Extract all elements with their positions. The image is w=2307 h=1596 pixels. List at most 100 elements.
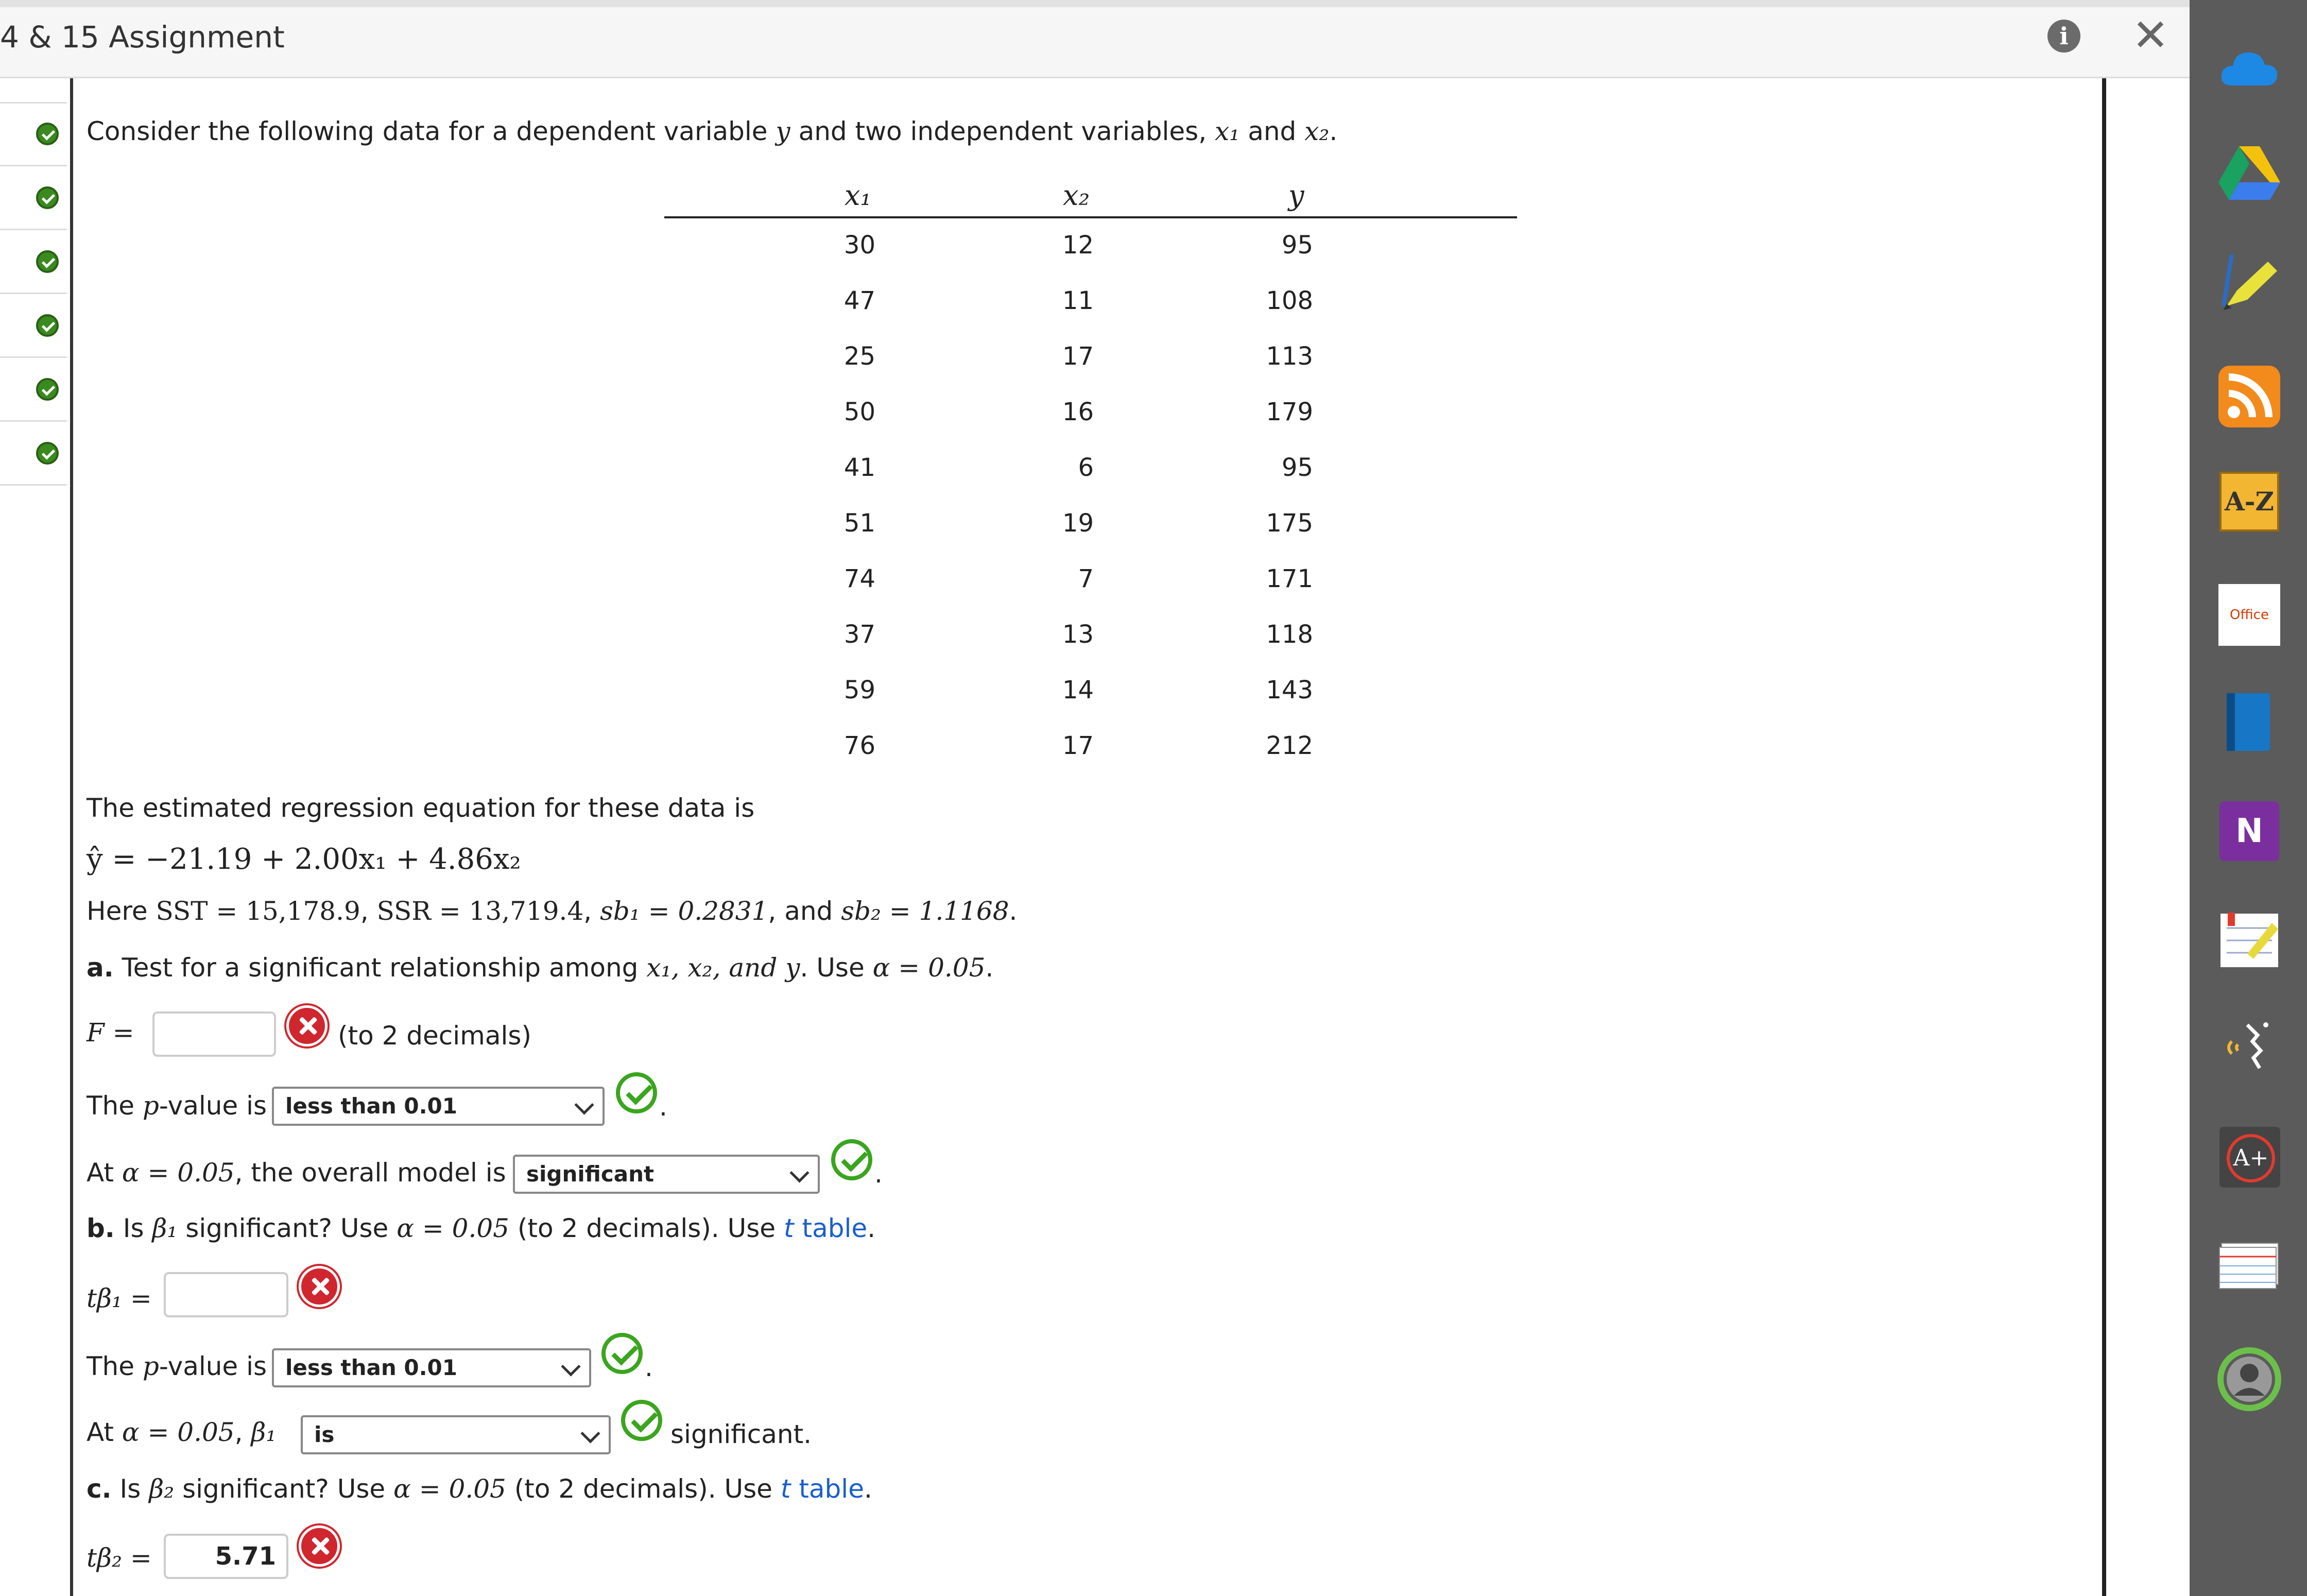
incorrect-icon <box>286 1005 328 1046</box>
regression-equation: ŷ = −21.19 + 2.00x₁ + 4.86x₂ <box>87 843 521 876</box>
google-drive-icon[interactable] <box>2216 139 2282 205</box>
table-cell: 171 <box>1266 564 1313 593</box>
t-table-link[interactable]: t table <box>781 1474 864 1504</box>
significant-text: significant. <box>670 1419 812 1449</box>
table-cell: 76 <box>843 731 875 760</box>
chevron-down-icon <box>580 1423 600 1444</box>
regression-stats: Here SST = 15,178.9, SSR = 13,719.4, sb₁… <box>87 896 1018 926</box>
table-cell: 95 <box>1281 231 1313 260</box>
close-icon[interactable]: ✕ <box>2132 13 2169 58</box>
question-list-item[interactable] <box>0 102 67 166</box>
question-list <box>0 78 73 1596</box>
incorrect-icon <box>299 1266 340 1307</box>
table-cell: 113 <box>1266 342 1313 371</box>
onenote-icon[interactable]: N <box>2219 801 2279 861</box>
f-input[interactable] <box>152 1011 276 1057</box>
a-z-icon[interactable]: A-Z <box>2219 472 2279 531</box>
info-icon[interactable]: i <box>2047 20 2080 53</box>
table-cell: 41 <box>843 453 875 482</box>
a-pvalue-select[interactable]: less than 0.01 <box>272 1087 605 1126</box>
intro-text: Consider the following data for a depend… <box>87 116 1338 146</box>
t-beta2-input[interactable]: 5.71 <box>164 1534 288 1579</box>
book-icon[interactable] <box>2216 689 2282 755</box>
check-icon <box>36 442 59 465</box>
grade-icon[interactable]: A+ <box>2219 1127 2280 1188</box>
table-cell: 179 <box>1266 398 1313 426</box>
a-pvalue-label: The p-value is <box>87 1091 267 1121</box>
question-list-item[interactable] <box>0 357 67 422</box>
table-cell: 17 <box>1062 342 1094 371</box>
b-significance-label: At α = 0.05, β₁ <box>87 1417 277 1447</box>
table-cell: 50 <box>843 398 875 426</box>
check-icon <box>36 314 59 337</box>
correct-icon <box>621 1400 662 1441</box>
t-beta1-label: tβ₁ = <box>87 1283 152 1313</box>
question-list-item[interactable] <box>0 166 67 230</box>
correct-icon <box>601 1333 643 1374</box>
cloud-icon[interactable] <box>2216 36 2282 102</box>
rss-icon[interactable] <box>2216 364 2282 430</box>
correct-icon <box>616 1072 657 1113</box>
table-header-x1: x₁ <box>845 179 872 212</box>
notes-icon[interactable] <box>2216 907 2282 973</box>
incorrect-icon <box>299 1525 340 1567</box>
table-cell: 59 <box>843 676 875 705</box>
b-pvalue-select[interactable]: less than 0.01 <box>272 1348 591 1387</box>
table-cell: 12 <box>1062 231 1094 260</box>
question-list-item[interactable] <box>0 294 67 358</box>
highlighter-icon[interactable] <box>2216 249 2282 315</box>
table-cell: 16 <box>1062 398 1094 426</box>
b-significance-select[interactable]: is <box>301 1415 611 1454</box>
f-note: (to 2 decimals) <box>338 1021 531 1051</box>
table-header-x2: x₂ <box>1063 179 1090 212</box>
check-icon <box>36 378 59 401</box>
check-icon <box>36 186 59 209</box>
t-beta2-label: tβ₂ = <box>87 1543 152 1573</box>
table-cell: 118 <box>1266 620 1313 649</box>
question-list-item[interactable] <box>0 78 67 104</box>
table-cell: 7 <box>1078 564 1094 593</box>
table-cell: 19 <box>1062 509 1094 538</box>
regression-lead: The estimated regression equation for th… <box>87 793 755 823</box>
check-icon <box>36 123 59 145</box>
table-cell: 175 <box>1266 509 1313 538</box>
chevron-down-icon <box>574 1095 594 1115</box>
table-cell: 212 <box>1266 731 1313 760</box>
t-table-link[interactable]: t table <box>784 1213 867 1243</box>
table-cell: 17 <box>1062 731 1094 760</box>
part-b-prompt: b. Is β₁ significant? Use α = 0.05 (to 2… <box>87 1213 876 1243</box>
table-cell: 14 <box>1062 676 1094 705</box>
model-significance-select[interactable]: significant <box>513 1155 820 1194</box>
period: . <box>874 1159 883 1189</box>
table-cell: 25 <box>843 342 875 371</box>
table-cell: 143 <box>1266 676 1313 705</box>
period: . <box>659 1092 667 1122</box>
table-rule <box>664 216 1517 218</box>
chevron-down-icon <box>561 1357 581 1377</box>
avatar-icon[interactable] <box>2216 1346 2282 1412</box>
f-label: F = <box>87 1018 134 1048</box>
question-list-item[interactable] <box>0 230 67 294</box>
period: . <box>645 1352 653 1382</box>
question-list-item[interactable] <box>0 421 67 486</box>
content-border <box>2102 78 2106 1596</box>
b-pvalue-label: The p-value is <box>87 1351 267 1381</box>
model-label: At α = 0.05, the overall model is <box>87 1158 506 1188</box>
table-header-y: y <box>1288 179 1304 212</box>
table-cell: 11 <box>1062 286 1094 315</box>
table-cell: 108 <box>1266 286 1313 315</box>
office-icon[interactable]: Office <box>2218 584 2280 646</box>
read-aloud-icon[interactable] <box>2216 1015 2282 1080</box>
table-cell: 30 <box>843 231 875 260</box>
correct-icon <box>831 1139 872 1180</box>
part-a-prompt: a. Test for a significant relationship a… <box>87 953 994 983</box>
chevron-down-icon <box>789 1163 810 1183</box>
table-cell: 6 <box>1078 453 1094 482</box>
top-bar <box>0 0 2190 78</box>
table-cell: 51 <box>843 509 875 538</box>
t-beta1-input[interactable] <box>164 1272 288 1317</box>
index-card-icon[interactable] <box>2216 1233 2282 1299</box>
table-cell: 37 <box>843 620 875 649</box>
part-c-prompt: c. Is β₂ significant? Use α = 0.05 (to 2… <box>87 1474 872 1504</box>
table-cell: 95 <box>1281 453 1313 482</box>
